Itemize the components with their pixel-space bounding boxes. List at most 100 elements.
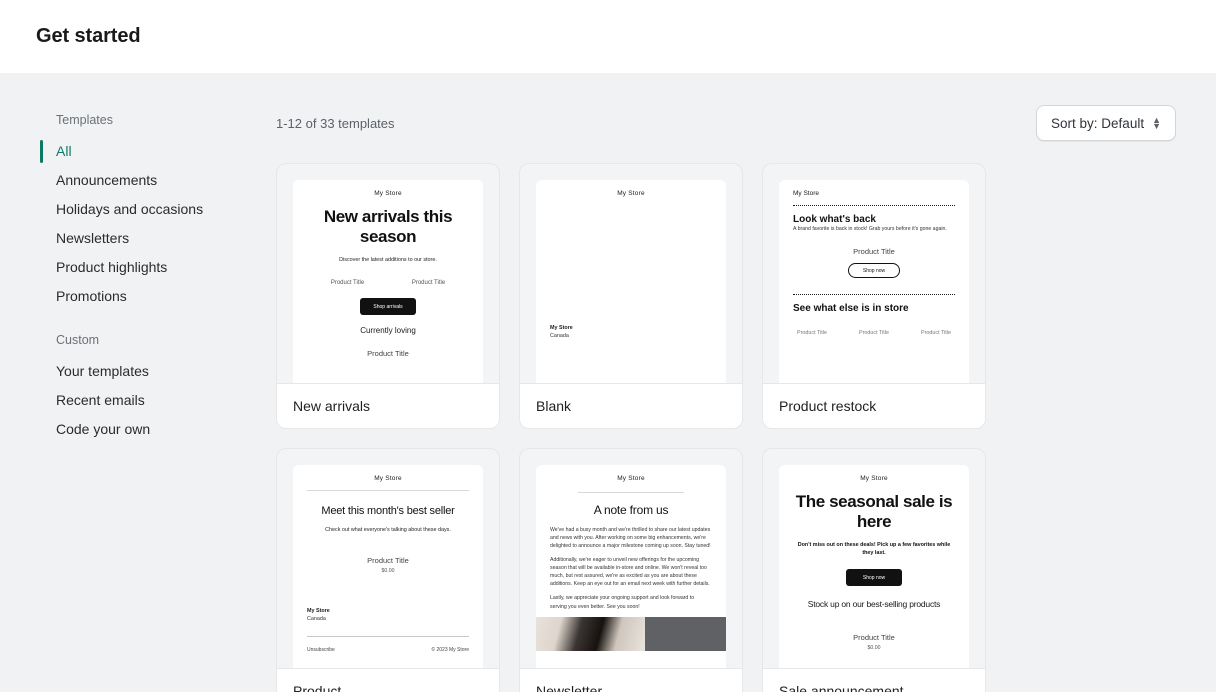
preview-footer: My Store Canada Unsubscribe © 2023 My St… xyxy=(307,608,469,653)
preview-product-price: $0.00 xyxy=(867,645,881,652)
template-card-footer: New arrivals xyxy=(277,383,499,428)
template-card-sale-announcement[interactable]: My Store The seasonal sale is here Don't… xyxy=(762,448,986,692)
preview-product-title: Product Title xyxy=(853,633,895,643)
template-card-footer: Newsletter xyxy=(520,668,742,692)
sidebar-heading-templates: Templates xyxy=(56,113,113,127)
sort-by-label: Sort by: Default xyxy=(1051,115,1145,131)
template-count: 1-12 of 33 templates xyxy=(276,115,395,131)
preview-footer-name: My Store xyxy=(550,325,573,331)
sidebar-item-promotions[interactable]: Promotions xyxy=(0,282,276,311)
preview-product-title: Product Title xyxy=(367,349,409,359)
template-preview-wrap: My Store A note from us We've had a busy… xyxy=(520,449,742,668)
sidebar-item-all[interactable]: All xyxy=(0,137,276,166)
preview-product-title: Product Title xyxy=(853,247,895,257)
sidebar-group-custom: Custom Your templates Recent emails Code… xyxy=(0,333,276,444)
template-card-label: New arrivals xyxy=(293,398,371,414)
sidebar-item-holidays-and-occasions[interactable]: Holidays and occasions xyxy=(0,195,276,224)
preview-photo-left xyxy=(536,616,646,651)
top-header: Get started xyxy=(0,0,1216,73)
preview-section-heading: Currently loving xyxy=(360,326,416,336)
sidebar-item-recent-emails[interactable]: Recent emails xyxy=(0,386,276,415)
template-card-blank[interactable]: My Store My Store Canada Blank xyxy=(519,163,743,429)
sidebar-item-newsletters[interactable]: Newsletters xyxy=(0,224,276,253)
page-body: Templates All Announcements Holidays and… xyxy=(0,73,1216,692)
sidebar-item-label: Code your own xyxy=(56,421,151,437)
preview-section-heading: See what else is in store xyxy=(793,303,909,315)
template-card-label: Sale announcement xyxy=(779,683,904,692)
preview-paragraph: Additionally, we're eager to unveil new … xyxy=(550,557,710,588)
template-card-footer: Product restock xyxy=(763,383,985,428)
preview-divider xyxy=(793,205,955,206)
sidebar: Templates All Announcements Holidays and… xyxy=(0,73,276,692)
preview-unsubscribe-link: Unsubscribe xyxy=(307,647,335,654)
preview-store-name: My Store xyxy=(793,190,820,197)
preview-product-row: Product Title Product Title xyxy=(307,280,469,286)
preview-footer-row: Unsubscribe © 2023 My Store xyxy=(307,647,469,653)
preview-product-price: $0.00 xyxy=(381,568,395,575)
preview-product-title: Product Title xyxy=(797,330,827,337)
sidebar-item-label: Newsletters xyxy=(56,230,130,246)
sort-by-select[interactable]: Sort by: Default ▲ ▼ xyxy=(1036,105,1176,141)
preview-body: We've had a busy month and we're thrille… xyxy=(550,526,712,611)
preview-divider xyxy=(307,636,469,638)
templates-toolbar: 1-12 of 33 templates Sort by: Default ▲ ▼ xyxy=(276,73,1176,163)
preview-store-name: My Store xyxy=(617,190,645,197)
preview-heading: Look what's back xyxy=(793,214,876,225)
template-card-product-restock[interactable]: My Store Look what's back A brand favori… xyxy=(762,163,986,429)
sidebar-item-label: Your templates xyxy=(56,363,149,379)
sidebar-item-label: Recent emails xyxy=(56,392,145,408)
sidebar-item-label: Promotions xyxy=(56,288,127,304)
preview-store-name: My Store xyxy=(374,475,402,482)
template-grid: My Store New arrivals this season Discov… xyxy=(276,163,1176,692)
template-card-footer: Sale announcement xyxy=(763,668,985,692)
preview-cta-button: Shop arrivals xyxy=(360,298,416,316)
template-preview-wrap: My Store Look what's back A brand favori… xyxy=(763,164,985,383)
preview-product-title: Product Title xyxy=(921,330,951,337)
template-card-label: Newsletter xyxy=(536,683,603,692)
email-preview: My Store A note from us We've had a busy… xyxy=(536,465,726,668)
email-preview: My Store Meet this month's best seller C… xyxy=(293,465,483,668)
sidebar-item-label: Holidays and occasions xyxy=(56,201,204,217)
sidebar-item-product-highlights[interactable]: Product highlights xyxy=(0,253,276,282)
template-card-newsletter[interactable]: My Store A note from us We've had a busy… xyxy=(519,448,743,692)
preview-product-title: Product Title xyxy=(367,556,409,566)
email-preview: My Store New arrivals this season Discov… xyxy=(293,180,483,383)
preview-store-name: My Store xyxy=(860,475,888,482)
chevron-updown-icon: ▲ ▼ xyxy=(1152,115,1161,131)
preview-empty-body xyxy=(550,197,712,325)
preview-heading: A note from us xyxy=(593,503,669,517)
preview-subtitle: Discover the latest additions to our sto… xyxy=(339,257,437,264)
preview-divider xyxy=(578,492,684,493)
main-content: 1-12 of 33 templates Sort by: Default ▲ ▼… xyxy=(276,73,1216,692)
preview-subtitle: Don't miss out on these deals! Pick up a… xyxy=(797,542,951,557)
sidebar-item-announcements[interactable]: Announcements xyxy=(0,166,276,195)
preview-product-title: Product Title xyxy=(330,280,365,287)
email-preview: My Store The seasonal sale is here Don't… xyxy=(779,465,969,668)
preview-store-name: My Store xyxy=(617,475,645,482)
sidebar-item-label: Product highlights xyxy=(56,259,168,275)
preview-product-title: Product Title xyxy=(411,280,446,287)
sidebar-item-label: Announcements xyxy=(56,172,158,188)
preview-footer-region: Canada xyxy=(550,333,569,339)
preview-divider xyxy=(793,294,955,296)
preview-heading: Meet this month's best seller xyxy=(321,505,455,517)
email-preview: My Store My Store Canada xyxy=(536,180,726,383)
preview-subtitle: Check out what everyone's talking about … xyxy=(325,527,451,533)
preview-copyright: © 2023 My Store xyxy=(431,647,469,654)
preview-footer-region: Canada xyxy=(307,616,326,623)
sidebar-item-your-templates[interactable]: Your templates xyxy=(0,357,276,386)
preview-section-heading: Stock up on our best-selling products xyxy=(807,599,941,610)
preview-heading: New arrivals this season xyxy=(323,207,453,247)
template-preview-wrap: My Store New arrivals this season Discov… xyxy=(277,164,499,383)
preview-cta-button: Shop now xyxy=(846,569,902,587)
template-card-label: Product restock xyxy=(779,398,877,414)
preview-subtitle: A brand favorite is back in stock! Grab … xyxy=(793,226,947,232)
preview-paragraph: Lastly, we appreciate your ongoing suppo… xyxy=(550,595,695,610)
sidebar-item-code-your-own[interactable]: Code your own xyxy=(0,415,276,444)
sidebar-group-templates: Templates All Announcements Holidays and… xyxy=(0,113,276,311)
template-preview-wrap: My Store Meet this month's best seller C… xyxy=(277,449,499,668)
template-card-new-arrivals[interactable]: My Store New arrivals this season Discov… xyxy=(276,163,500,429)
preview-product-title: Product Title xyxy=(859,330,889,337)
template-card-product[interactable]: My Store Meet this month's best seller C… xyxy=(276,448,500,692)
preview-paragraph: We've had a busy month and we're thrille… xyxy=(550,527,711,550)
